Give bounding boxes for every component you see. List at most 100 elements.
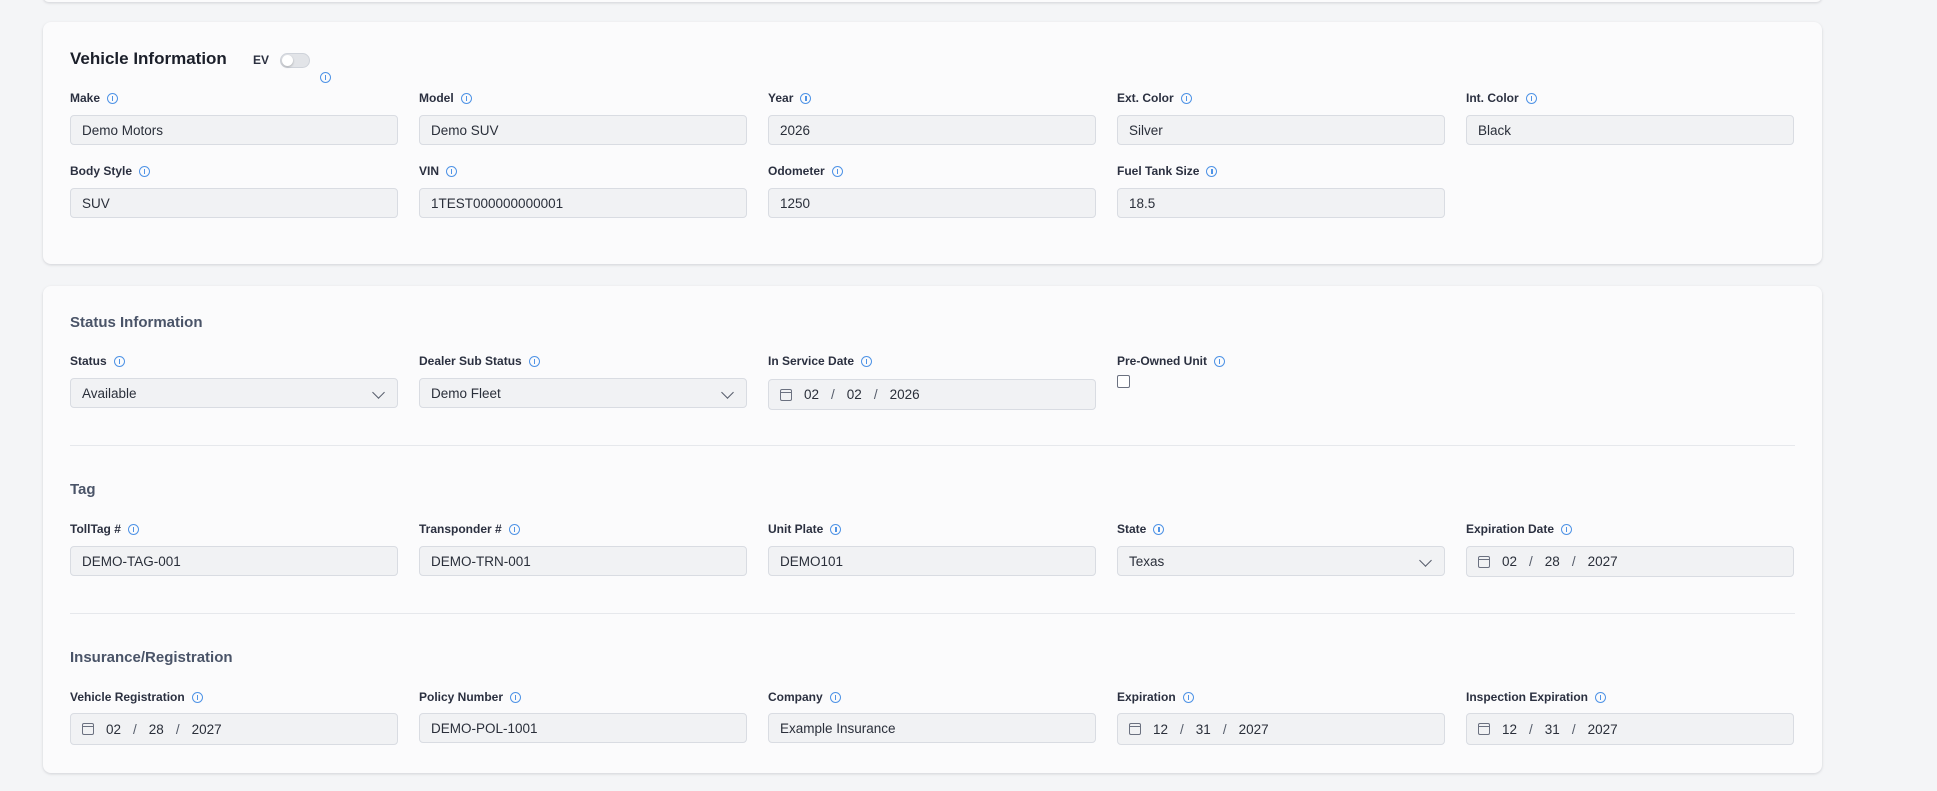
status-information-title: Status Information	[70, 314, 203, 331]
tolltag-label: TollTag #	[70, 522, 139, 536]
ev-label: EV	[253, 53, 270, 67]
vin-field[interactable]: 1TEST000000000001	[419, 188, 747, 218]
status-select-value: Available	[82, 385, 137, 401]
info-circle-icon[interactable]	[830, 523, 842, 535]
odometer-field[interactable]: 1250	[768, 188, 1096, 218]
state-select-value: Texas	[1129, 553, 1165, 569]
info-circle-icon[interactable]	[829, 691, 841, 703]
body-style-label: Body Style	[70, 164, 151, 178]
date-month[interactable]: 02	[804, 387, 819, 402]
date-year[interactable]: 2027	[1239, 722, 1269, 737]
odometer-label: Odometer	[768, 164, 843, 178]
info-circle-icon[interactable]	[107, 92, 119, 104]
model-field[interactable]: Demo SUV	[419, 115, 747, 145]
section-divider	[70, 613, 1795, 614]
calendar-icon	[82, 723, 94, 735]
info-circle-icon[interactable]	[1525, 92, 1537, 104]
date-day[interactable]: 31	[1545, 722, 1560, 737]
info-circle-icon[interactable]	[139, 165, 151, 177]
info-circle-icon[interactable]	[528, 355, 540, 367]
info-circle-icon[interactable]	[1180, 92, 1192, 104]
fuel-tank-size-field[interactable]: 18.5	[1117, 188, 1445, 218]
date-separator: /	[133, 721, 137, 737]
date-day[interactable]: 31	[1196, 722, 1211, 737]
inspection-expiration-date-input[interactable]: 12 / 31 / 2027	[1466, 713, 1794, 745]
unit-plate-field[interactable]: DEMO101	[768, 546, 1096, 576]
pre-owned-unit-checkbox[interactable]	[1117, 375, 1130, 388]
body-style-field[interactable]: SUV	[70, 188, 398, 218]
date-separator: /	[873, 387, 878, 402]
company-field[interactable]: Example Insurance	[768, 713, 1096, 743]
tolltag-field[interactable]: DEMO-TAG-001	[70, 546, 398, 576]
insurance-registration-title: Insurance/Registration	[70, 649, 233, 666]
date-month[interactable]: 12	[1153, 722, 1168, 737]
info-circle-icon[interactable]	[508, 523, 520, 535]
dealer-sub-status-label: Dealer Sub Status	[419, 354, 540, 368]
info-circle-icon[interactable]	[831, 165, 843, 177]
calendar-icon	[1478, 555, 1490, 568]
info-circle-icon[interactable]	[510, 691, 522, 703]
model-label: Model	[419, 91, 472, 105]
in-service-date-label: In Service Date	[768, 354, 873, 368]
year-field[interactable]: 2026	[768, 115, 1096, 145]
date-separator: /	[1571, 721, 1576, 737]
info-circle-icon[interactable]	[861, 355, 873, 367]
info-circle-icon[interactable]	[127, 523, 139, 535]
info-circle-icon[interactable]	[1561, 523, 1573, 535]
insurance-expiration-date-input[interactable]: 12 / 31 / 2027	[1117, 713, 1445, 745]
date-separator: /	[175, 721, 180, 737]
expiration-date-label: Expiration Date	[1466, 522, 1573, 536]
date-month[interactable]: 02	[106, 722, 121, 737]
dealer-sub-status-select[interactable]: Demo Fleet	[419, 378, 747, 408]
date-separator: /	[1571, 554, 1576, 569]
date-day[interactable]: 28	[1545, 554, 1560, 569]
date-year[interactable]: 2026	[890, 387, 920, 402]
ext-color-field[interactable]: Silver	[1117, 115, 1445, 145]
date-month[interactable]: 12	[1502, 722, 1517, 737]
int-color-field[interactable]: Black	[1466, 115, 1794, 145]
date-day[interactable]: 28	[149, 722, 164, 737]
state-label: State	[1117, 522, 1165, 536]
vehicle-registration-date-input[interactable]: 02 / 28 / 2027	[70, 713, 398, 745]
year-label: Year	[768, 91, 812, 105]
status-select[interactable]: Available	[70, 378, 398, 408]
status-label: Status	[70, 354, 125, 368]
int-color-label: Int. Color	[1466, 91, 1537, 105]
date-day[interactable]: 02	[847, 387, 862, 402]
make-field[interactable]: Demo Motors	[70, 115, 398, 145]
dealer-sub-status-value: Demo Fleet	[431, 385, 501, 401]
tag-title: Tag	[70, 481, 96, 498]
vehicle-information-title: Vehicle Information	[70, 49, 227, 68]
info-circle-icon[interactable]	[1206, 165, 1218, 177]
unit-plate-label: Unit Plate	[768, 522, 842, 536]
info-circle-icon[interactable]	[446, 165, 458, 177]
transponder-field[interactable]: DEMO-TRN-001	[419, 546, 747, 576]
vehicle-registration-label: Vehicle Registration	[70, 690, 203, 704]
date-year[interactable]: 2027	[1588, 722, 1618, 737]
date-year[interactable]: 2027	[192, 722, 222, 737]
date-separator: /	[831, 387, 835, 402]
date-separator: /	[1222, 721, 1227, 737]
ev-toggle[interactable]	[280, 53, 310, 68]
tag-expiration-date-input[interactable]: 02 / 28 / 2027	[1466, 546, 1794, 577]
info-circle-icon[interactable]	[1214, 355, 1226, 367]
date-year[interactable]: 2027	[1588, 554, 1618, 569]
info-circle-icon[interactable]	[113, 355, 125, 367]
calendar-icon	[1129, 723, 1141, 735]
info-circle-icon[interactable]	[191, 691, 203, 703]
info-circle-icon[interactable]	[800, 92, 812, 104]
company-label: Company	[768, 690, 841, 704]
in-service-date-input[interactable]: 02 / 02 / 2026	[768, 379, 1096, 410]
date-month[interactable]: 02	[1502, 554, 1517, 569]
ev-info-icon[interactable]	[320, 72, 331, 83]
info-circle-icon[interactable]	[1595, 691, 1607, 703]
info-circle-icon[interactable]	[1153, 523, 1165, 535]
insurance-expiration-label: Expiration	[1117, 690, 1194, 704]
previous-card	[43, 0, 1822, 2]
info-circle-icon[interactable]	[1182, 691, 1194, 703]
ext-color-label: Ext. Color	[1117, 91, 1192, 105]
chevron-down-icon	[372, 386, 385, 399]
info-circle-icon[interactable]	[460, 92, 472, 104]
state-select[interactable]: Texas	[1117, 546, 1445, 576]
policy-number-field[interactable]: DEMO-POL-1001	[419, 713, 747, 743]
